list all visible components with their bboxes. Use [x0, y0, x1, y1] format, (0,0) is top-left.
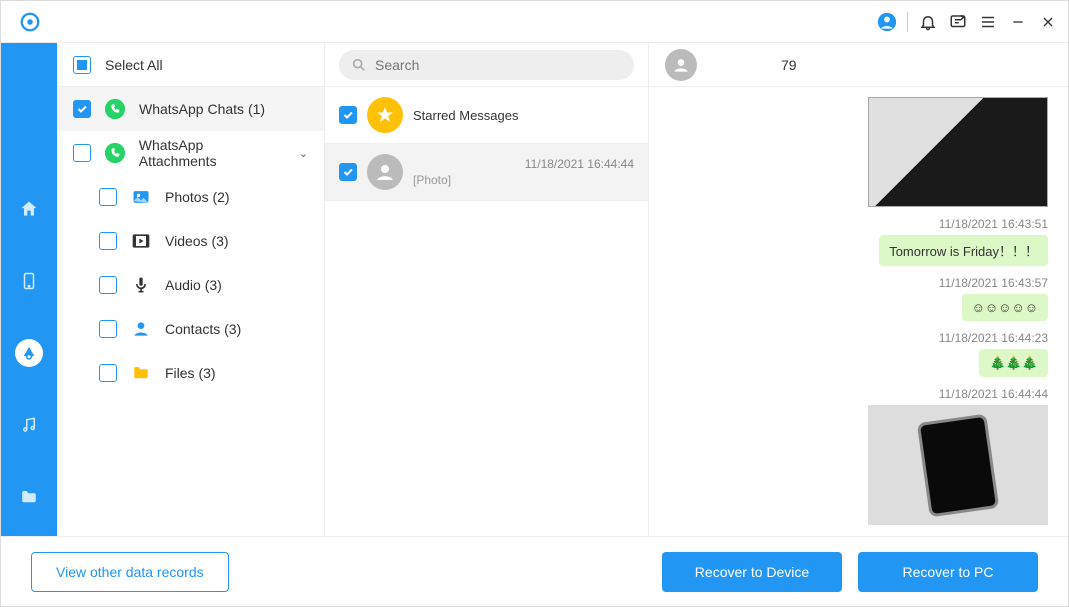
- message-time: 11/18/2021 16:43:51: [939, 217, 1048, 231]
- cat-photos[interactable]: Photos (2): [57, 175, 324, 219]
- search-row: [325, 43, 648, 87]
- minimize-button[interactable]: [1008, 12, 1028, 32]
- select-all-checkbox[interactable]: [73, 56, 91, 74]
- cat-label: Contacts (3): [165, 321, 241, 337]
- chat-item[interactable]: 11/18/2021 16:44:44 [Photo]: [325, 144, 648, 201]
- message-time: 11/18/2021 16:44:44: [939, 387, 1048, 401]
- whatsapp-icon: [103, 141, 127, 165]
- nav-rail: [1, 43, 57, 536]
- message-time: 11/18/2021 16:44:23: [939, 331, 1048, 345]
- cat-videos[interactable]: Videos (3): [57, 219, 324, 263]
- feedback-icon[interactable]: [948, 12, 968, 32]
- cat-label: WhatsApp Chats (1): [139, 101, 265, 117]
- message-bubble: 🎄🎄🎄: [979, 349, 1048, 377]
- titlebar: [1, 1, 1068, 43]
- chat-title: Starred Messages: [413, 108, 519, 123]
- profile-icon[interactable]: [877, 12, 897, 32]
- close-button[interactable]: [1038, 12, 1058, 32]
- conversation-body: 11/18/2021 16:43:51 Tomorrow is Friday！！…: [649, 87, 1068, 536]
- message-bubble: ☺☺☺☺☺: [962, 294, 1048, 321]
- cat-whatsapp-chats[interactable]: WhatsApp Chats (1): [57, 87, 324, 131]
- footer: View other data records Recover to Devic…: [1, 536, 1068, 606]
- message-bubble: Tomorrow is Friday！！！: [879, 235, 1048, 266]
- bell-icon[interactable]: [918, 12, 938, 32]
- cat-label: Files (3): [165, 365, 216, 381]
- rail-music[interactable]: [13, 409, 45, 441]
- photos-icon: [129, 185, 153, 209]
- menu-icon[interactable]: [978, 12, 998, 32]
- avatar-icon: [665, 49, 697, 81]
- separator: [907, 12, 908, 32]
- cat-label: Audio (3): [165, 277, 222, 293]
- recover-to-device-button[interactable]: Recover to Device: [662, 552, 842, 592]
- whatsapp-icon: [103, 97, 127, 121]
- conversation-header: 79: [649, 43, 1068, 87]
- avatar-icon: [367, 154, 403, 190]
- cat-label: Photos (2): [165, 189, 230, 205]
- checkbox[interactable]: [339, 106, 357, 124]
- checkbox[interactable]: [99, 364, 117, 382]
- rail-phone[interactable]: [13, 265, 45, 297]
- chat-date: 11/18/2021 16:44:44: [525, 157, 634, 171]
- button-label: View other data records: [56, 564, 204, 580]
- search-icon: [351, 57, 367, 73]
- cat-files[interactable]: Files (3): [57, 351, 324, 395]
- checkbox[interactable]: [99, 232, 117, 250]
- cat-label: WhatsApp Attachments: [139, 137, 283, 169]
- rail-cloud[interactable]: [13, 337, 45, 369]
- chat-item-starred[interactable]: Starred Messages: [325, 87, 648, 144]
- chat-list-pane: Starred Messages 11/18/2021 16:44:44 [Ph…: [325, 43, 649, 536]
- checkbox[interactable]: [339, 163, 357, 181]
- checkbox[interactable]: [73, 144, 91, 162]
- contacts-icon: [129, 317, 153, 341]
- checkbox[interactable]: [99, 276, 117, 294]
- conversation-pane: 79 11/18/2021 16:43:51 Tomorrow is Frida…: [649, 43, 1068, 536]
- category-sidebar: Select All WhatsApp Chats (1) WhatsApp A…: [57, 43, 325, 536]
- chat-preview: [Photo]: [413, 173, 634, 187]
- message-photo[interactable]: [868, 97, 1048, 207]
- chevron-down-icon: ⌄: [299, 147, 308, 160]
- app-logo: [19, 11, 59, 33]
- message-photo[interactable]: [868, 405, 1048, 525]
- view-other-records-button[interactable]: View other data records: [31, 552, 229, 592]
- select-all-label: Select All: [105, 57, 163, 73]
- cat-whatsapp-attachments[interactable]: WhatsApp Attachments ⌄: [57, 131, 324, 175]
- conv-header-suffix: 79: [781, 57, 797, 73]
- audio-icon: [129, 273, 153, 297]
- checkbox[interactable]: [99, 188, 117, 206]
- star-icon: [367, 97, 403, 133]
- checkbox[interactable]: [73, 100, 91, 118]
- rail-folder[interactable]: [13, 481, 45, 513]
- button-label: Recover to Device: [695, 564, 809, 580]
- cat-label: Videos (3): [165, 233, 229, 249]
- search-box[interactable]: [339, 50, 634, 80]
- cat-contacts[interactable]: Contacts (3): [57, 307, 324, 351]
- rail-home[interactable]: [13, 193, 45, 225]
- search-input[interactable]: [375, 57, 622, 73]
- button-label: Recover to PC: [902, 564, 993, 580]
- files-icon: [129, 361, 153, 385]
- recover-to-pc-button[interactable]: Recover to PC: [858, 552, 1038, 592]
- message-time: 11/18/2021 16:43:57: [939, 276, 1048, 290]
- videos-icon: [129, 229, 153, 253]
- cat-audio[interactable]: Audio (3): [57, 263, 324, 307]
- select-all-row[interactable]: Select All: [57, 43, 324, 87]
- checkbox[interactable]: [99, 320, 117, 338]
